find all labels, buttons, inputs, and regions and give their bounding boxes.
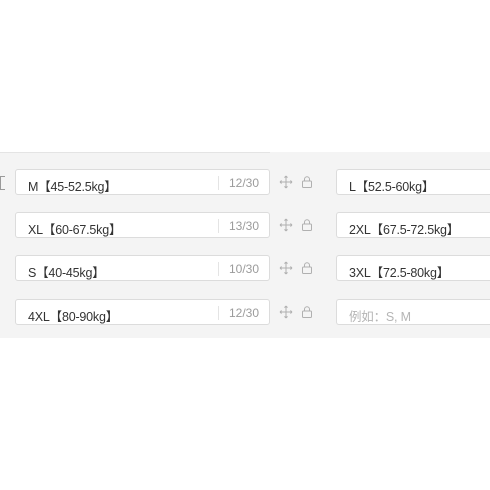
char-count: 12/30 (228, 176, 259, 190)
lock-icon[interactable] (300, 305, 314, 319)
size-input-3[interactable]: XL【60-67.5kg】 13/30 (15, 212, 270, 238)
move-icon[interactable] (279, 305, 293, 319)
size-value: L【52.5-60kg】 (349, 180, 435, 194)
cut-off-label-fragment (0, 176, 5, 190)
char-count: 13/30 (228, 219, 259, 233)
count-divider (218, 176, 219, 190)
move-icon[interactable] (279, 218, 293, 232)
size-input-2[interactable]: L【52.5-60kg】 (336, 169, 490, 195)
count-divider (218, 306, 219, 320)
lock-icon[interactable] (300, 218, 314, 232)
count-divider (218, 219, 219, 233)
size-input-1[interactable]: M【45-52.5kg】 12/30 (15, 169, 270, 195)
size-input-6[interactable]: 3XL【72.5-80kg】 (336, 255, 490, 281)
size-input-5[interactable]: S【40-45kg】 10/30 (15, 255, 270, 281)
lock-icon[interactable] (300, 175, 314, 189)
size-value: 2XL【67.5-72.5kg】 (349, 223, 460, 237)
size-value: XL【60-67.5kg】 (28, 223, 122, 237)
size-value: 3XL【72.5-80kg】 (349, 266, 450, 280)
size-input-7[interactable]: 4XL【80-90kg】 12/30 (15, 299, 270, 325)
count-divider (218, 262, 219, 276)
new-size-input[interactable]: 例如：S, M (336, 299, 490, 325)
move-icon[interactable] (279, 261, 293, 275)
size-value: S【40-45kg】 (28, 266, 105, 280)
size-input-4[interactable]: 2XL【67.5-72.5kg】 (336, 212, 490, 238)
move-icon[interactable] (279, 175, 293, 189)
char-count: 10/30 (228, 262, 259, 276)
char-count: 12/30 (228, 306, 259, 320)
size-value: 4XL【80-90kg】 (28, 310, 119, 324)
lock-icon[interactable] (300, 261, 314, 275)
size-input-placeholder: 例如：S, M (349, 310, 411, 324)
panel-divider (0, 152, 270, 153)
size-value: M【45-52.5kg】 (28, 180, 117, 194)
